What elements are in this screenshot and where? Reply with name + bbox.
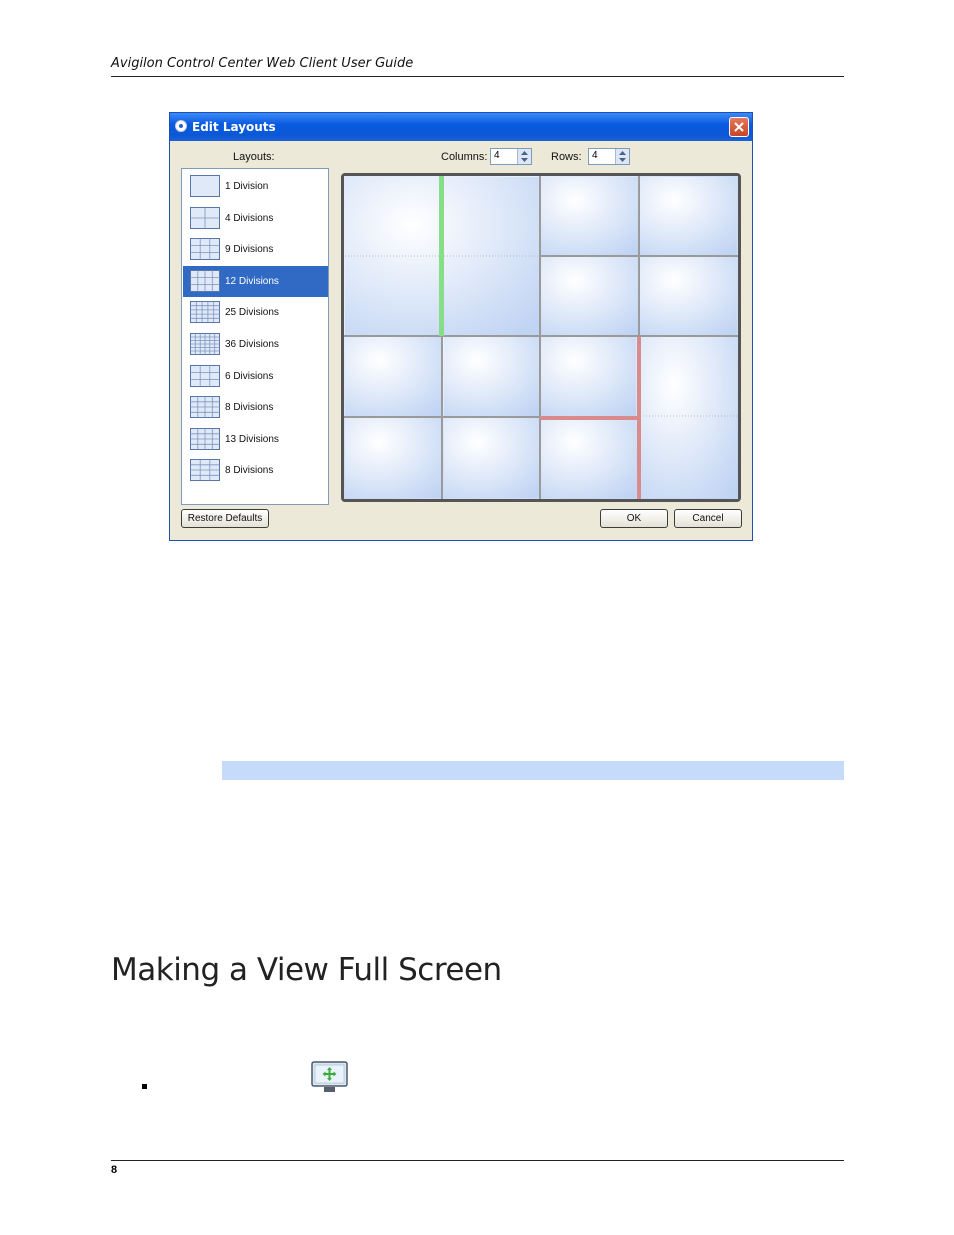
layout-item-label: 36 Divisions xyxy=(225,339,279,350)
layout-item-label: 1 Division xyxy=(225,181,269,192)
dialog-title: Edit Layouts xyxy=(192,120,276,134)
close-button[interactable] xyxy=(729,117,749,137)
page-number: 8 xyxy=(111,1164,118,1176)
layout-item-label: 25 Divisions xyxy=(225,307,279,319)
layout-item[interactable]: 6 Divisions xyxy=(183,361,328,392)
restore-defaults-button[interactable]: Restore Defaults xyxy=(181,509,269,528)
bullet-marker xyxy=(142,1084,147,1089)
layout-grid-icon xyxy=(190,333,220,355)
footer-rule xyxy=(111,1160,844,1161)
layout-item[interactable]: 4 Divisions xyxy=(183,203,328,234)
highlight-band xyxy=(222,761,844,780)
header-rule xyxy=(111,76,844,77)
layout-preview-drawing xyxy=(344,176,738,499)
layout-item-label: 9 Divisions xyxy=(225,244,274,256)
layout-grid-icon xyxy=(190,396,220,419)
layout-item[interactable]: 36 Divisions xyxy=(183,329,328,360)
columns-spin-buttons[interactable] xyxy=(517,149,531,164)
columns-label: Columns: xyxy=(441,151,488,163)
cancel-button[interactable]: Cancel xyxy=(674,509,742,528)
columns-value: 4 xyxy=(494,150,500,161)
layout-grid-icon xyxy=(190,459,220,482)
layout-item[interactable]: 12 Divisions xyxy=(183,265,328,297)
section-heading: Making a View Full Screen xyxy=(111,952,502,988)
layout-grid-icon xyxy=(190,301,220,324)
full-screen-icon xyxy=(311,1061,348,1094)
spin-arrows-icon xyxy=(619,151,626,162)
layout-item-label: 8 Divisions xyxy=(225,402,274,414)
layout-grid-icon xyxy=(190,175,220,197)
edit-layouts-dialog: Edit Layouts Layouts: Columns: 4 Rows: 4… xyxy=(169,112,753,541)
dialog-titlebar[interactable]: Edit Layouts xyxy=(170,113,752,141)
columns-spinner[interactable]: 4 xyxy=(490,148,532,165)
layout-preview-grid[interactable] xyxy=(341,173,741,502)
layout-grid-icon xyxy=(190,364,220,387)
layouts-list[interactable]: 1 Division 4 Divisions 9 Divisions 12 Divis… xyxy=(181,168,329,505)
layout-grid-icon xyxy=(190,427,220,450)
layout-item[interactable]: 25 Divisions xyxy=(183,297,328,328)
rows-value: 4 xyxy=(592,150,598,161)
layout-item[interactable]: 13 Divisions xyxy=(183,424,328,455)
layout-grid-icon xyxy=(190,206,220,229)
layouts-label: Layouts: xyxy=(233,151,275,163)
layout-grid-icon xyxy=(190,269,220,292)
layout-item[interactable]: 8 Divisions xyxy=(183,455,328,486)
layout-item-label: 13 Divisions xyxy=(225,433,279,445)
dialog-app-icon xyxy=(175,120,187,132)
layout-item-label: 8 Divisions xyxy=(225,465,274,477)
layout-item[interactable]: 9 Divisions xyxy=(183,234,328,265)
rows-spin-buttons[interactable] xyxy=(615,149,629,164)
running-header: Avigilon Control Center Web Client User … xyxy=(111,56,414,71)
rows-spinner[interactable]: 4 xyxy=(588,148,630,165)
layout-item[interactable]: 1 Division xyxy=(183,171,328,202)
close-icon xyxy=(734,122,744,132)
ok-button[interactable]: OK xyxy=(600,509,668,528)
layout-item-label: 6 Divisions xyxy=(225,370,274,382)
rows-label: Rows: xyxy=(551,151,582,163)
layout-item[interactable]: 8 Divisions xyxy=(183,392,328,423)
layout-grid-icon xyxy=(190,238,220,261)
layout-item-label: 4 Divisions xyxy=(225,212,274,224)
layout-item-label: 12 Divisions xyxy=(225,275,279,287)
spin-arrows-icon xyxy=(521,151,528,162)
